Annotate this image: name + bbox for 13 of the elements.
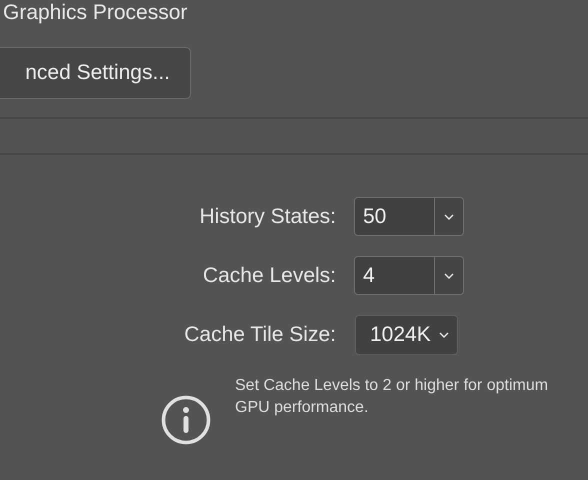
chevron-down-icon bbox=[444, 272, 454, 278]
section-title: Graphics Processor bbox=[3, 0, 188, 26]
field-label: Cache Levels: bbox=[202, 264, 336, 288]
info-icon bbox=[161, 395, 211, 445]
combo-box[interactable]: 4 bbox=[354, 256, 464, 295]
combo-box[interactable]: 50 bbox=[354, 197, 464, 236]
chevron-down-icon bbox=[444, 214, 454, 220]
dropdown[interactable]: 1024K bbox=[355, 315, 458, 355]
chevron-down-icon bbox=[438, 332, 449, 338]
advanced-settings-button[interactable]: nced Settings... bbox=[0, 47, 191, 99]
info-note: Set Cache Levels to 2 or higher for optimum GPU performance. bbox=[235, 376, 550, 418]
field-label: Cache Tile Size: bbox=[184, 323, 336, 347]
field-label: History States: bbox=[199, 204, 336, 228]
